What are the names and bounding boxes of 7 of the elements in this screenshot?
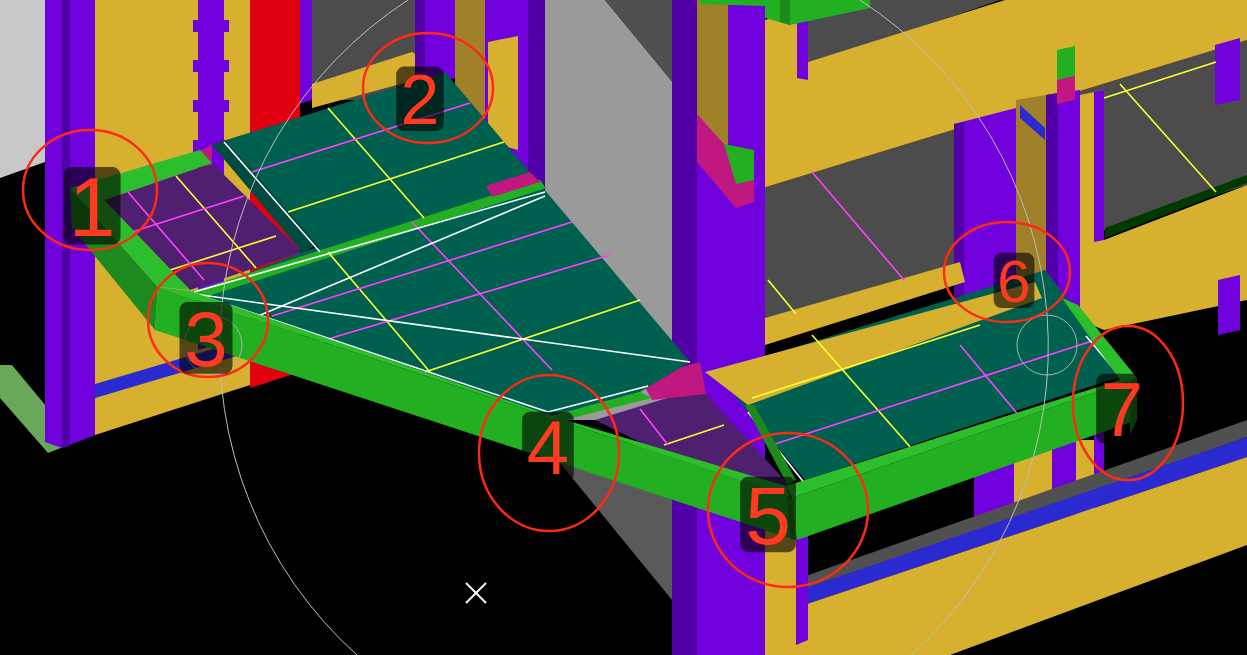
number-callout: 4 (477, 373, 621, 533)
cross-marker-icon (465, 582, 487, 604)
number-callout: 1 (21, 128, 159, 254)
number-callout: 7 (1071, 324, 1185, 482)
number-callout: 5 (706, 431, 870, 589)
number-callout: 6 (942, 220, 1072, 324)
number-callout: 2 (361, 31, 495, 145)
